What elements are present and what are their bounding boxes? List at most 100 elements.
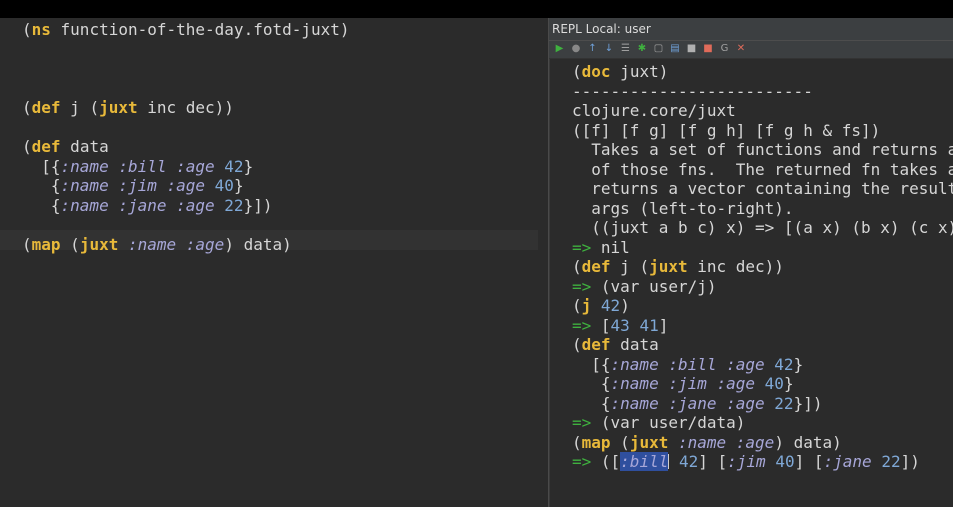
toggle-output-icon[interactable]: ■ [685, 42, 698, 56]
repl-line: of those fns. The returned fn takes a v [572, 160, 953, 180]
repl-token [872, 452, 882, 471]
editor-token: ( [22, 98, 32, 117]
sync-ns-icon[interactable]: ✱ [636, 42, 649, 56]
editor-token: inc dec)) [137, 98, 234, 117]
repl-token: 22 [774, 393, 794, 413]
repl-token: ( [572, 335, 582, 354]
repl-line: ([f] [f g] [f g h] [f g h & fs]) [572, 121, 953, 141]
editor-code[interactable]: (ns function-of-the-day.fotd-juxt) (def … [22, 20, 350, 254]
top-bar [0, 0, 953, 18]
repl-token: :bill [620, 452, 669, 471]
repl-token: [ [591, 315, 611, 335]
repl-token [755, 374, 765, 393]
repl-line: args (left-to-right). [572, 199, 953, 219]
history-down-icon[interactable]: ↓ [603, 42, 616, 56]
clear-icon[interactable]: ▤ [669, 42, 682, 56]
repl-line: (def j (juxt inc dec)) [572, 257, 953, 277]
editor-token: }]) [243, 195, 273, 215]
editor-token: 42 [224, 156, 244, 176]
editor-line: (map (juxt :name :age) data) [22, 235, 350, 255]
repl-token [668, 433, 678, 452]
repl-token: { [572, 374, 611, 393]
repl-token: 42 [678, 452, 699, 471]
repl-token: j [581, 296, 592, 315]
editor-token: :name :bill :age [60, 156, 215, 176]
repl-line: ------------------------- [572, 82, 953, 102]
editor-line: (ns function-of-the-day.fotd-juxt) [22, 20, 350, 40]
copy-icon[interactable]: ▢ [652, 42, 665, 56]
editor-token: juxt [79, 234, 119, 254]
repl-code[interactable]: ( doc juxt) ------------------------- cloju… [572, 62, 953, 472]
repl-line: {:name :jim :age 40} [572, 374, 953, 394]
repl-token: => [572, 315, 592, 335]
terminate-icon[interactable]: ■ [702, 42, 715, 56]
editor-token: def [31, 98, 61, 117]
editor-token: 22 [224, 195, 244, 215]
repl-line: (j 42) [572, 296, 953, 316]
editor-line: {:name :jane :age 22}]) [22, 196, 350, 216]
editor-token: { [22, 195, 61, 215]
editor-line: (def j (juxt inc dec)) [22, 98, 350, 118]
code-editor[interactable]: (ns function-of-the-day.fotd-juxt) (def … [0, 18, 548, 507]
repl-token [765, 394, 775, 413]
repl-token: args (left-to-right). [572, 198, 794, 218]
editor-token: ( [22, 20, 32, 39]
repl-token: :name :age [677, 432, 775, 452]
repl-token: ] [658, 315, 669, 335]
repl-token: } [793, 354, 804, 374]
close-icon[interactable]: ✕ [735, 42, 748, 56]
editor-token: } [243, 156, 254, 176]
repl-token: 40 [775, 452, 795, 471]
repl-token: ([f] [f g] [f g h] [f g h & fs]) [572, 120, 881, 140]
repl-token: { [572, 393, 611, 413]
settings-icon[interactable]: G [718, 42, 731, 56]
repl-line: => ([:bill 42] [:jim 40] [:jane 22]) [572, 452, 953, 472]
editor-token: data [60, 137, 109, 156]
repl-token: clojure.core/juxt [572, 101, 736, 120]
repl-line: Takes a set of functions and returns a f [572, 140, 953, 160]
editor-token: ) data) [224, 234, 292, 254]
editor-token: :name :jane :age [60, 195, 215, 215]
editor-token: :name :age [127, 234, 225, 254]
repl-line: ((juxt a b c) x) => [(a x) (b x) (c x)] [572, 218, 953, 238]
repl-line: (map (juxt :name :age) data) [572, 433, 953, 453]
repl-token: ] [ [794, 452, 824, 471]
repl-token: def [581, 257, 611, 276]
repl-output[interactable]: ( doc juxt) ------------------------- cloju… [549, 59, 953, 507]
run-icon[interactable]: ▶ [553, 42, 566, 56]
repl-token: => [572, 452, 592, 471]
repl-token: ( [572, 257, 582, 276]
repl-token: }]) [793, 393, 823, 413]
editor-token [205, 176, 215, 195]
editor-token [215, 196, 225, 215]
repl-token [766, 452, 776, 471]
editor-token: ( [22, 137, 32, 156]
load-file-icon[interactable]: ☰ [619, 42, 632, 56]
editor-token: { [22, 176, 61, 195]
repl-line: => [43 41] [572, 316, 953, 336]
repl-line: returns a vector containing the result o [572, 179, 953, 199]
repl-token: ( [572, 432, 582, 452]
repl-token: ]) [900, 452, 920, 471]
repl-token: 41 [639, 315, 659, 335]
repl-token: data [610, 335, 659, 354]
repl-panel: REPL Local: user ▶ ● ↑ ↓ ☰ ✱ ▢ ▤ ■ ■ G ✕ (doc juxt)… [549, 18, 953, 507]
repl-token: doc [581, 62, 611, 81]
repl-token: juxt [649, 257, 688, 276]
repl-token: ) [620, 296, 630, 315]
repl-line: => (var user/data) [572, 413, 953, 433]
stop-icon[interactable]: ● [570, 42, 583, 56]
editor-token: def [31, 137, 61, 156]
repl-token: def [581, 335, 611, 354]
repl-token: :name :jim :age [610, 374, 756, 393]
editor-token [215, 157, 225, 176]
repl-line: (def data [572, 335, 953, 355]
repl-token: j ( [610, 257, 650, 276]
editor-token: :name :jim :age [60, 176, 206, 195]
history-up-icon[interactable]: ↑ [586, 42, 599, 56]
repl-token: juxt [629, 432, 669, 452]
